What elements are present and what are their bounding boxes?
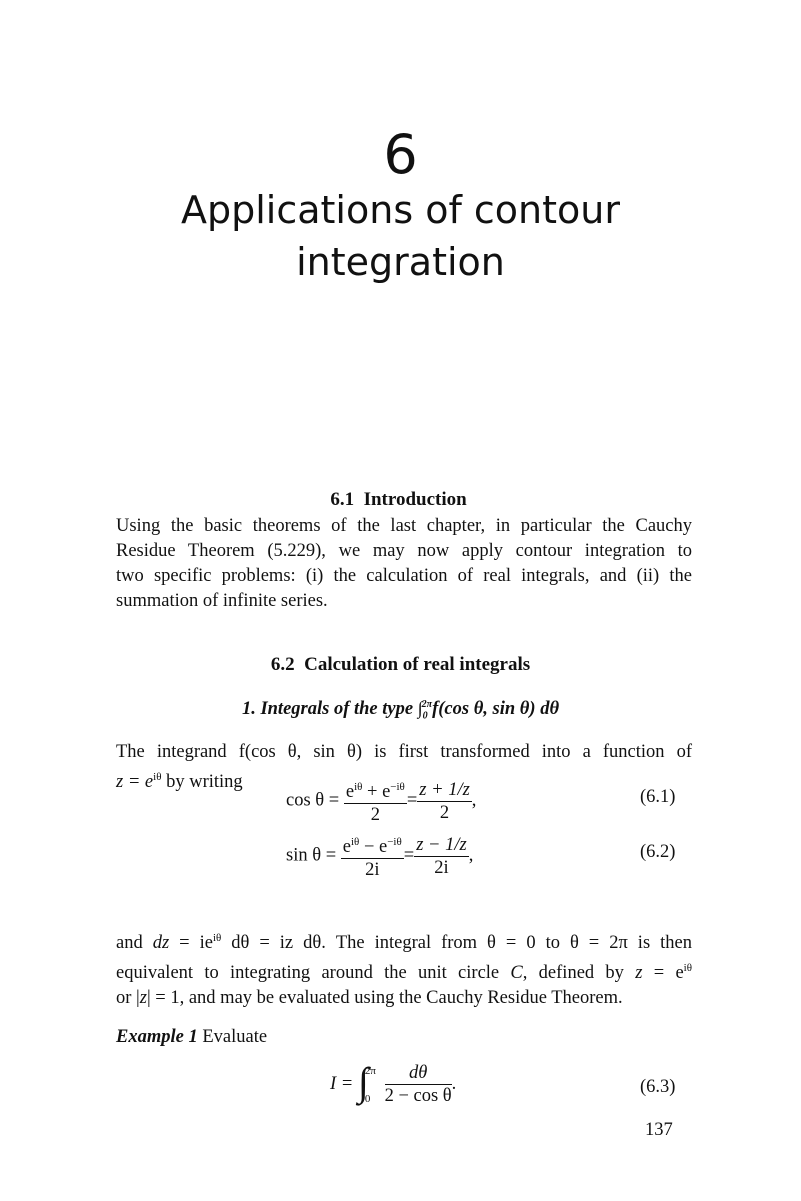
equation: I = ∫ 2π 0 dθ 2 − cos θ .	[330, 1061, 457, 1107]
subsection-label: 1. Integrals of the type	[241, 699, 418, 719]
fraction: eiθ − e−iθ 2i	[340, 831, 404, 881]
text: , defined by	[522, 963, 636, 984]
numerator: eiθ − e−iθ	[340, 831, 404, 860]
equation-number: (6.3)	[640, 1077, 676, 1097]
intro-paragraph: Using the basic theorems of the last cha…	[116, 514, 692, 614]
section-heading: 6.2 Calculation of real integrals	[270, 654, 531, 675]
example-label: Example 1	[116, 1027, 198, 1047]
punctuation: ,	[468, 845, 474, 866]
text: and	[116, 933, 153, 954]
math-text: z = e	[116, 772, 154, 793]
equals-sign: =	[403, 845, 415, 866]
fraction: z − 1/z 2i	[414, 834, 469, 879]
example-heading: Example 1 Evaluate	[116, 1027, 267, 1048]
denominator: 2i	[365, 860, 380, 881]
text: e	[342, 837, 351, 858]
numerator: z − 1/z	[414, 834, 469, 857]
subsection-integrand: f(cos θ, sin θ) dθ	[432, 699, 560, 719]
subsection-heading: 1. Integrals of the type ∫02πf(cos θ, si…	[0, 698, 801, 722]
fraction: z + 1/z 2	[417, 779, 472, 824]
contour-paragraph: and dz = ie iθ dθ = iz dθ. The integral f…	[116, 926, 692, 1011]
denominator: 2	[370, 805, 380, 826]
page-number: 137	[645, 1120, 673, 1140]
superscript: −iθ	[390, 781, 405, 793]
equation: sin θ = eiθ − e−iθ 2i = z − 1/z 2i ,	[286, 831, 473, 881]
text: | = 1, and may be evaluated using the Ca…	[146, 988, 623, 1009]
equals-sign: =	[406, 790, 418, 811]
text: by writing	[161, 772, 243, 793]
equation-lhs: sin θ =	[286, 845, 337, 866]
equation-number: (6.2)	[640, 842, 676, 862]
equation-lhs: I =	[330, 1074, 354, 1094]
lower-limit: 0	[364, 1092, 371, 1105]
text: + e	[362, 782, 391, 803]
text: or |	[116, 988, 140, 1009]
upper-limit: 2π	[421, 698, 433, 710]
denominator: 2i	[434, 857, 449, 878]
numerator: eiθ + e−iθ	[343, 776, 407, 805]
paragraph-line: Using the basic theorems of the last cha…	[116, 516, 692, 536]
integral-limits: 2π 0	[365, 1064, 376, 1106]
superscript: iθ	[683, 962, 692, 975]
text: e	[345, 782, 355, 803]
example-text: Evaluate	[197, 1027, 268, 1047]
chapter-title-line: integration	[296, 240, 505, 284]
chapter-number: 6	[383, 123, 418, 186]
equation-lhs: cos θ =	[286, 790, 340, 811]
text: dθ = iz dθ. The integral from θ = 0 to θ…	[221, 933, 692, 954]
paragraph-line: two specific problems: (i) the calculati…	[116, 566, 692, 586]
upper-limit: 2π	[364, 1064, 376, 1077]
equation: cos θ = eiθ + e−iθ 2 = z + 1/z 2 ,	[286, 776, 476, 826]
math-text: C	[510, 963, 523, 984]
text: equivalent to integrating around the uni…	[116, 963, 511, 984]
denominator: 2	[439, 802, 450, 823]
math-text: z	[139, 988, 147, 1009]
text: − e	[359, 837, 388, 858]
denominator: 2 − cos θ	[384, 1086, 452, 1106]
numerator: z + 1/z	[417, 779, 472, 802]
paragraph-line: Residue Theorem (5.229), we may now appl…	[116, 541, 692, 561]
superscript: −iθ	[387, 836, 402, 848]
chapter-title-line: Applications of contour	[181, 188, 620, 232]
text: = ie	[169, 933, 213, 954]
paragraph-line: and dz = ieiθ dθ = iz dθ. The integral f…	[116, 926, 692, 956]
punctuation: ,	[471, 790, 477, 811]
punctuation: .	[451, 1074, 457, 1094]
fraction: eiθ + e−iθ 2	[343, 776, 407, 826]
equation-number: (6.1)	[640, 787, 676, 807]
section-heading: 6.1 Introduction	[330, 489, 467, 510]
text: = e	[642, 963, 684, 984]
numerator: dθ	[384, 1062, 452, 1085]
fraction: dθ 2 − cos θ	[384, 1062, 452, 1107]
math-text: dz	[152, 933, 170, 954]
paragraph-line: The integrand f(cos θ, sin θ) is first t…	[116, 742, 692, 762]
lower-limit: 0	[422, 710, 428, 722]
chapter-title: Applications of contour integration	[0, 184, 801, 288]
paragraph-line: equivalent to integrating around the uni…	[116, 956, 692, 986]
paragraph-line: summation of infinite series.	[116, 591, 328, 611]
paragraph-line: or |z| = 1, and may be evaluated using t…	[116, 986, 692, 1011]
